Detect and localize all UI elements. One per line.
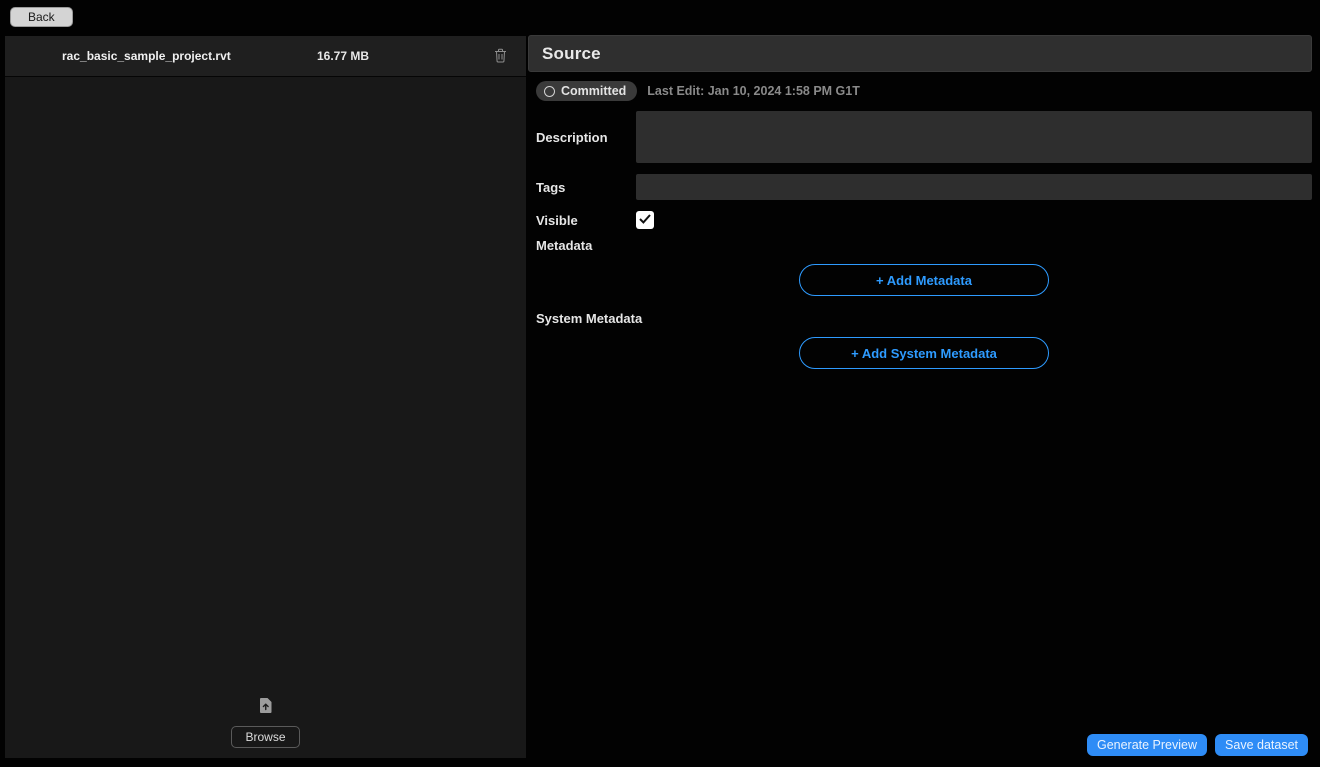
- status-row: Committed Last Edit: Jan 10, 2024 1:58 P…: [536, 81, 1312, 101]
- visible-row: Visible: [536, 211, 1312, 229]
- add-system-metadata-row: + Add System Metadata: [536, 337, 1312, 369]
- file-size: 16.77 MB: [317, 36, 369, 76]
- tags-row: Tags: [536, 174, 1312, 200]
- tags-input[interactable]: [636, 174, 1312, 200]
- add-system-metadata-button[interactable]: + Add System Metadata: [799, 337, 1049, 369]
- description-textarea[interactable]: [636, 111, 1312, 163]
- source-header: Source: [528, 35, 1312, 72]
- description-row: Description: [536, 111, 1312, 163]
- upload-file-icon: [258, 697, 273, 719]
- add-metadata-row: + Add Metadata: [536, 264, 1312, 296]
- visible-label: Visible: [536, 213, 636, 228]
- system-metadata-label: System Metadata: [536, 311, 1312, 326]
- generate-preview-button[interactable]: Generate Preview: [1087, 734, 1207, 756]
- add-metadata-button[interactable]: + Add Metadata: [799, 264, 1049, 296]
- browse-area: Browse: [5, 697, 526, 748]
- visible-checkbox[interactable]: [636, 211, 654, 229]
- delete-file-button[interactable]: [492, 48, 508, 64]
- source-form: Description Tags Visible Metadata +: [536, 111, 1312, 369]
- checkmark-icon: [639, 211, 651, 229]
- back-button[interactable]: Back: [10, 7, 73, 27]
- status-circle-icon: [544, 86, 555, 97]
- save-dataset-button[interactable]: Save dataset: [1215, 734, 1308, 756]
- file-name: rac_basic_sample_project.rvt: [62, 36, 231, 76]
- description-label: Description: [536, 130, 636, 145]
- panel-title: Source: [542, 44, 601, 64]
- file-panel: rac_basic_sample_project.rvt 16.77 MB Br…: [5, 36, 526, 758]
- tags-label: Tags: [536, 180, 636, 195]
- status-badge: Committed: [536, 81, 637, 101]
- browse-button[interactable]: Browse: [231, 726, 299, 748]
- metadata-label: Metadata: [536, 238, 1312, 253]
- trash-icon: [494, 51, 507, 66]
- source-panel: Source Committed Last Edit: Jan 10, 2024…: [528, 35, 1312, 758]
- file-list-item[interactable]: rac_basic_sample_project.rvt 16.77 MB: [5, 36, 526, 77]
- footer-actions: Generate Preview Save dataset: [1087, 734, 1308, 756]
- last-edit-text: Last Edit: Jan 10, 2024 1:58 PM G1T: [647, 84, 860, 98]
- status-label: Committed: [561, 84, 626, 98]
